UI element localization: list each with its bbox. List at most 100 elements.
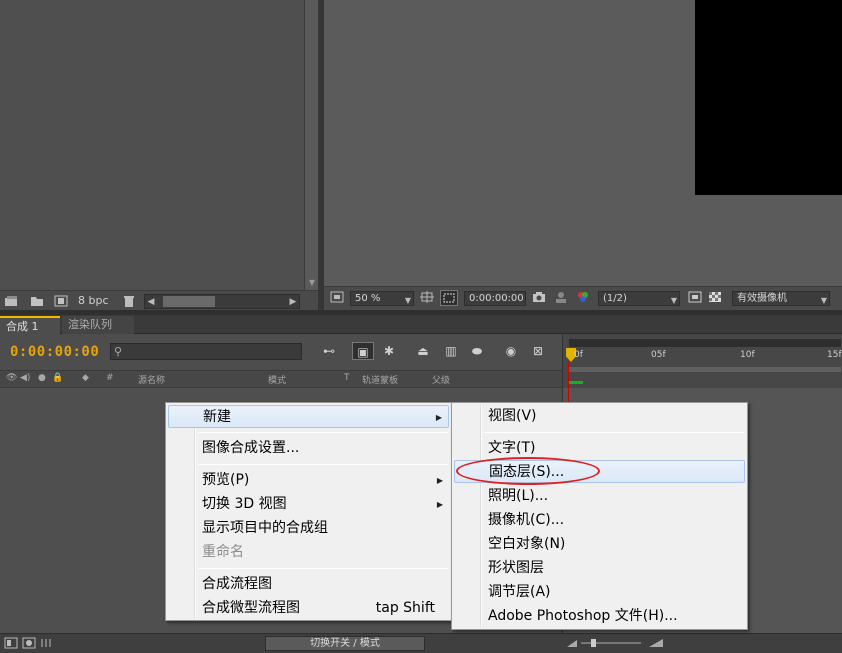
submenu-item-text[interactable]: 文字(T) — [454, 437, 745, 460]
resolution-dropdown[interactable]: (1/2) ▼ — [598, 291, 680, 306]
scrollbar-thumb[interactable] — [163, 296, 215, 307]
menu-item-label: 重命名 — [202, 544, 244, 560]
region-of-interest-icon[interactable] — [440, 290, 458, 306]
time-ruler[interactable]: 0f 05f 10f 15f — [562, 334, 842, 388]
time-navigator-bar[interactable] — [569, 339, 841, 347]
hide-shy-layers-icon[interactable]: ⏏ — [412, 342, 434, 360]
show-snapshot-icon[interactable] — [554, 291, 568, 303]
menu-item-label: 切换 3D 视图 — [202, 496, 287, 512]
solo-icon[interactable]: ● — [38, 373, 46, 383]
submenu-item-photoshop-file[interactable]: Adobe Photoshop 文件(H)... — [454, 605, 745, 628]
scroll-left-arrow-icon[interactable]: ◀ — [145, 296, 157, 308]
submenu-arrow-icon: ▶ — [435, 413, 442, 422]
camera-view-value: 有效摄像机 — [737, 293, 787, 304]
zoom-dropdown[interactable]: 50 % ▼ — [350, 291, 414, 306]
audio-icon[interactable]: ◀) — [20, 373, 30, 383]
submenu-arrow-icon: ▶ — [436, 500, 443, 509]
viewer-toolbar: 50 % ▼ 0:00:00:00 (1/2) ▼ 有效摄像机 ▼ — [324, 286, 842, 310]
new-composition-icon[interactable] — [54, 295, 68, 307]
search-icon: ⚲ — [114, 345, 123, 358]
label-icon[interactable]: ◆ — [82, 373, 89, 383]
graph-editor-icon[interactable]: ⊠ — [527, 342, 549, 360]
ruler-tick-label: 0f — [574, 350, 583, 360]
menu-item-label: 摄像机(C)... — [488, 512, 565, 528]
menu-item-shortcut: tap Shift — [375, 600, 435, 616]
visibility-icon[interactable]: 👁 — [6, 373, 17, 383]
layer-search-input[interactable]: ⚲ — [110, 343, 302, 360]
brainstorm-icon[interactable]: ◉ — [500, 342, 522, 360]
toggle-switches-modes-button[interactable]: 切换开关 / 模式 — [265, 636, 425, 651]
menu-item-preview[interactable]: 预览(P) ▶ — [168, 469, 449, 492]
project-horizontal-scrollbar[interactable]: ◀ ▶ — [144, 294, 300, 309]
tab-render-queue[interactable]: 渲染队列 — [62, 316, 134, 334]
annotation-circle — [456, 457, 600, 485]
column-parent[interactable]: 父级 — [432, 373, 450, 386]
timeline-zoom-slider[interactable] — [565, 638, 665, 648]
project-toolbar: 8 bpc ◀ ▶ — [0, 290, 318, 312]
context-menu: 新建 ▶ 图像合成设置... 预览(P) ▶ 切换 3D 视图 ▶ 显示项目中的… — [165, 402, 452, 621]
menu-item-label: 空白对象(N) — [488, 536, 566, 552]
menu-item-composition-settings[interactable]: 图像合成设置... — [168, 437, 449, 460]
always-preview-icon[interactable] — [330, 291, 344, 303]
submenu-item-camera[interactable]: 摄像机(C)... — [454, 509, 745, 532]
column-trkmat[interactable]: 轨道蒙板 — [362, 373, 398, 386]
submenu-arrow-icon: ▶ — [436, 476, 443, 485]
draft-3d-icon[interactable]: ✱ — [378, 342, 400, 360]
camera-view-dropdown[interactable]: 有效摄像机 ▼ — [732, 291, 830, 306]
expand-transfer-controls-icon[interactable] — [22, 637, 36, 649]
menu-item-label: 文字(T) — [488, 440, 536, 456]
submenu-item-light[interactable]: 照明(L)... — [454, 485, 745, 508]
menu-item-comp-mini-flowchart[interactable]: 合成微型流程图 tap Shift — [168, 597, 449, 620]
tab-composition[interactable]: 合成 1 — [0, 316, 60, 334]
frame-blending-icon[interactable]: ▥ — [440, 342, 462, 360]
submenu-item-null-object[interactable]: 空白对象(N) — [454, 533, 745, 556]
menu-item-new[interactable]: 新建 ▶ — [168, 405, 449, 428]
new-folder-icon[interactable] — [30, 295, 44, 307]
menu-item-reveal-in-project[interactable]: 显示项目中的合成组 — [168, 517, 449, 540]
render-bar — [569, 381, 583, 384]
menu-item-label: 预览(P) — [202, 472, 250, 488]
trash-icon[interactable] — [122, 295, 136, 307]
menu-separator — [198, 568, 448, 569]
column-source-name[interactable]: 源名称 — [138, 373, 165, 386]
menu-item-label: 形状图层 — [488, 560, 544, 576]
chevron-down-icon: ▼ — [820, 296, 827, 305]
color-channels-icon[interactable] — [576, 291, 590, 303]
safe-margins-icon[interactable] — [420, 291, 434, 303]
chevron-down-icon: ▼ — [670, 296, 677, 305]
live-update-icon[interactable]: ▣ — [352, 342, 374, 360]
scroll-right-arrow-icon[interactable]: ▶ — [287, 296, 299, 308]
motion-blur-icon[interactable]: ⬬ — [466, 342, 488, 360]
submenu-item-adjustment-layer[interactable]: 调节层(A) — [454, 581, 745, 604]
submenu-item-shape-layer[interactable]: 形状图层 — [454, 557, 745, 580]
lock-icon[interactable]: 🔒 — [52, 373, 63, 383]
menu-item-switch-3d-view[interactable]: 切换 3D 视图 ▶ — [168, 493, 449, 516]
timeline-tab-bar: 合成 1 渲染队列 — [0, 315, 842, 334]
timeline-current-time[interactable]: 0:00:00:00 — [10, 344, 99, 360]
transparency-grid-icon[interactable] — [708, 291, 722, 303]
comp-mini-flowchart-icon[interactable]: ⊷ — [318, 342, 340, 360]
menu-item-label: Adobe Photoshop 文件(H)... — [488, 608, 678, 624]
camera-snapshot-icon[interactable] — [532, 291, 546, 303]
submenu-item-viewer[interactable]: 视图(V) — [454, 405, 745, 428]
project-scrollbar[interactable]: ▼ — [304, 0, 318, 290]
menu-item-comp-flowchart[interactable]: 合成流程图 — [168, 573, 449, 596]
scroll-down-arrow-icon[interactable]: ▼ — [306, 278, 318, 288]
bit-depth-label[interactable]: 8 bpc — [78, 294, 109, 307]
menu-item-rename: 重命名 — [168, 541, 449, 564]
menu-separator — [198, 464, 448, 465]
expand-in-out-panes-icon[interactable] — [40, 637, 54, 649]
column-mode[interactable]: 模式 — [268, 373, 286, 386]
timeline-footer: 切换开关 / 模式 — [0, 633, 842, 653]
menu-item-label: 显示项目中的合成组 — [202, 520, 328, 536]
menu-item-label: 视图(V) — [488, 408, 537, 424]
composition-canvas[interactable] — [695, 0, 842, 195]
menu-item-label: 合成流程图 — [202, 576, 272, 592]
current-time-field[interactable]: 0:00:00:00 — [464, 291, 526, 306]
work-area-bar[interactable] — [569, 367, 841, 372]
fast-preview-icon[interactable] — [688, 291, 702, 303]
expand-layer-switches-icon[interactable] — [4, 637, 18, 649]
interpret-footage-icon[interactable] — [4, 295, 18, 307]
resolution-value: (1/2) — [603, 293, 627, 304]
column-t[interactable]: T — [344, 373, 350, 383]
